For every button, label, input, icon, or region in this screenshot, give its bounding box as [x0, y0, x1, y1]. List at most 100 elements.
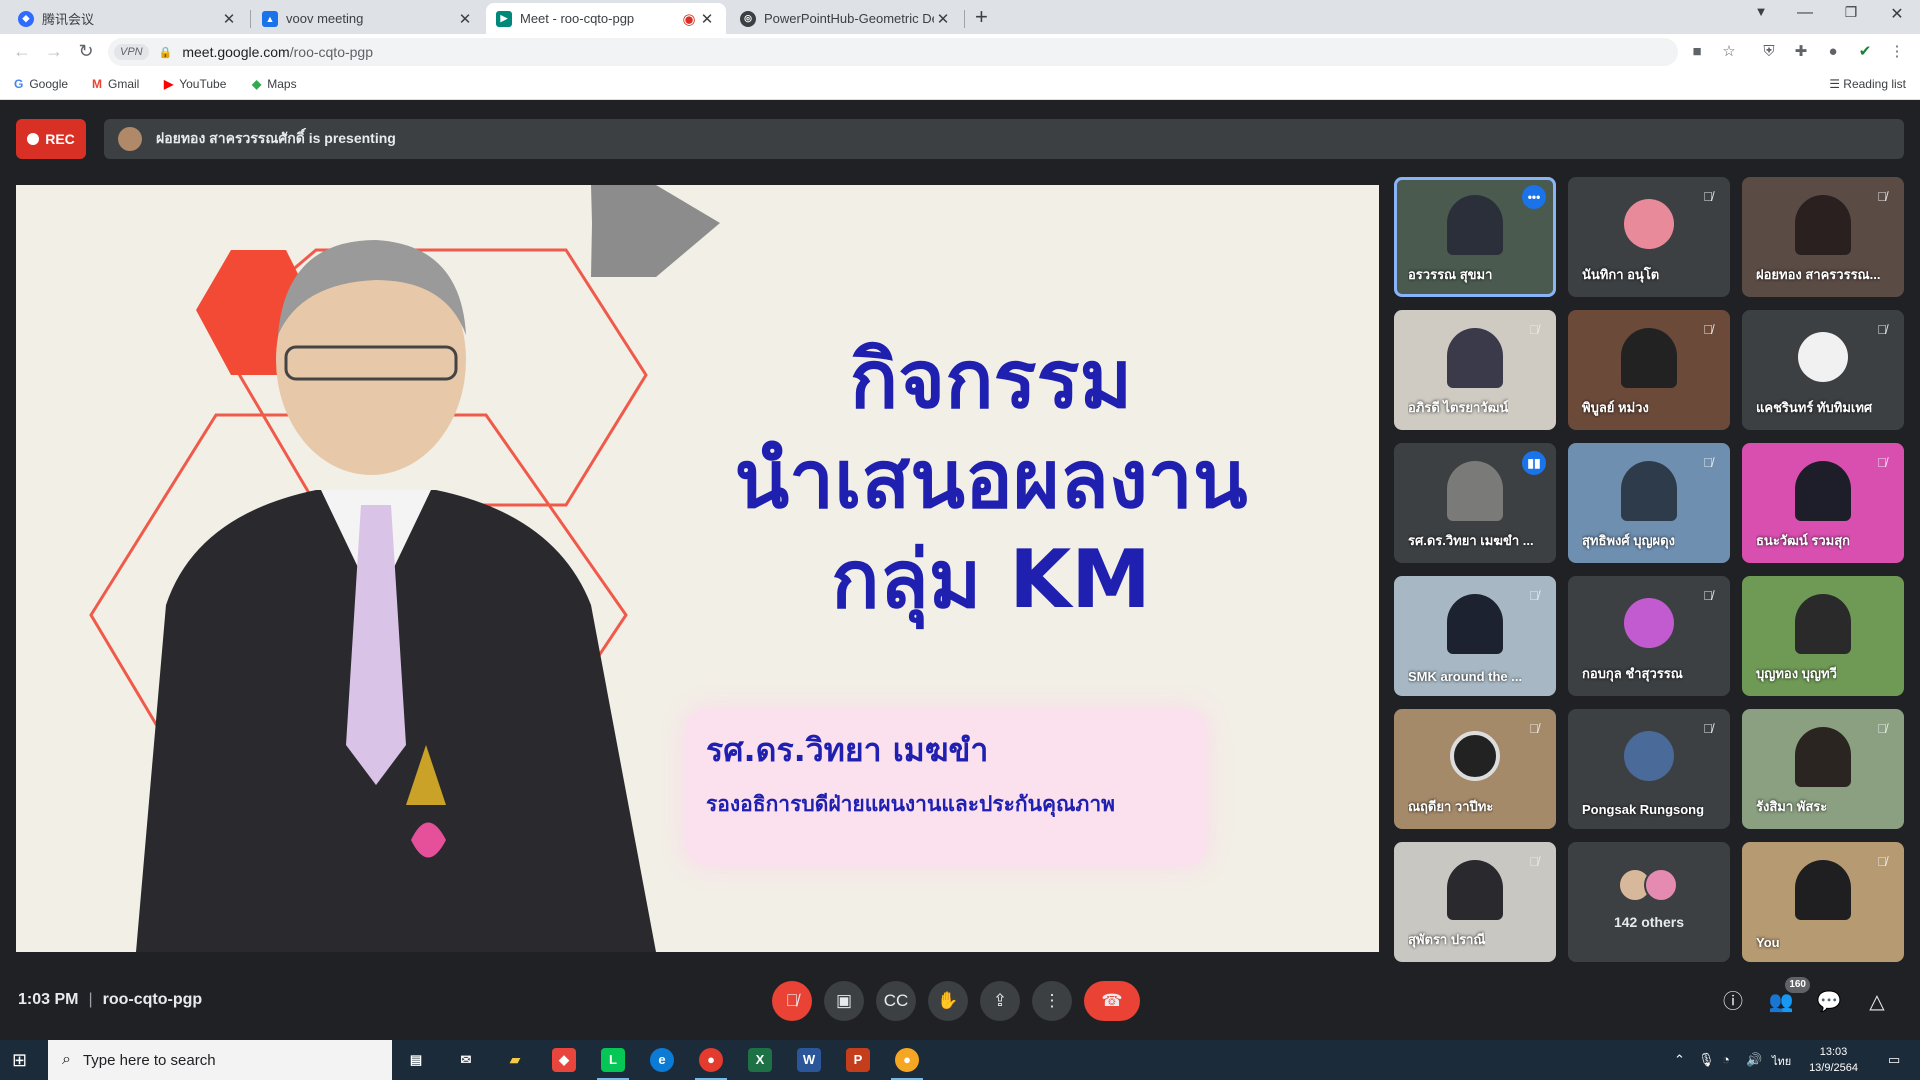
chrome-icon[interactable]: ● — [695, 1048, 727, 1080]
tab-powerpointhub[interactable]: ◎ PowerPointHub-Geometric Desig ✕ — [730, 3, 962, 34]
vpn-badge[interactable]: VPN — [114, 44, 149, 60]
bookmark-label: YouTube — [179, 77, 227, 91]
participant-tile[interactable]: 🎙̸ SMK around the ... — [1394, 576, 1556, 696]
clock-time: 13:03 — [1819, 1046, 1848, 1058]
mic-off-icon: 🎙̸ — [1877, 721, 1887, 736]
recording-badge[interactable]: REC — [16, 119, 86, 159]
tray-chevron-icon[interactable]: ⌃ — [1674, 1052, 1685, 1068]
volume-icon[interactable]: 🔊 — [1746, 1052, 1762, 1068]
chat-button[interactable]: 💬 — [1816, 989, 1842, 1015]
windows-start-button[interactable]: ⊞ — [12, 1050, 34, 1070]
reading-list-button[interactable]: ☰ Reading list — [1829, 77, 1906, 91]
avatar — [1450, 731, 1500, 781]
participant-tile[interactable]: 🎙̸ ฝอยทอง สาครวรรณ... — [1742, 177, 1904, 297]
participant-name: Pongsak Rungsong — [1582, 802, 1705, 817]
lock-icon[interactable]: 🔒 — [159, 46, 173, 59]
chrome-canary-icon[interactable]: ● — [891, 1048, 923, 1080]
participant-tile[interactable]: 🎙̸ นันทิกา อนุโต — [1568, 177, 1730, 297]
people-button[interactable]: 👥 160 — [1768, 977, 1810, 1015]
camera-in-use-icon[interactable]: ■ — [1688, 43, 1706, 61]
participant-video — [1795, 195, 1851, 255]
extension-shield-icon[interactable]: ⛨ — [1760, 43, 1778, 61]
tab-voov-meeting[interactable]: ▲ voov meeting ✕ — [252, 3, 484, 34]
activities-button[interactable]: △ — [1864, 989, 1890, 1015]
close-tab-icon[interactable]: ✕ — [220, 10, 238, 28]
anydesk-icon[interactable]: ◆ — [552, 1048, 576, 1072]
more-options-button[interactable]: ⋮ — [1032, 981, 1072, 1021]
language-indicator[interactable]: ไทย — [1772, 1052, 1791, 1070]
bookmark-star-icon[interactable]: ☆ — [1720, 43, 1738, 61]
tencent-meeting-icon: ◆ — [18, 10, 34, 27]
mic-toggle-button[interactable]: 🎙̸ — [772, 981, 812, 1021]
participant-tile[interactable]: บุญทอง บุญทวี — [1742, 576, 1904, 696]
participant-tile[interactable]: 🎙̸ Pongsak Rungsong — [1568, 709, 1730, 829]
participant-tile[interactable]: 🎙̸ สุทธิพงศ์ บุญผดุง — [1568, 443, 1730, 563]
mic-off-icon: 🎙̸ — [1703, 455, 1713, 470]
others-tile[interactable]: 142 others — [1568, 842, 1730, 962]
file-explorer-icon[interactable]: ▰ — [503, 1048, 527, 1072]
meeting-info-button[interactable]: ⓘ — [1720, 989, 1746, 1015]
powerpoint-icon[interactable]: P — [846, 1048, 870, 1072]
word-icon[interactable]: W — [797, 1048, 821, 1072]
edge-icon[interactable]: e — [650, 1048, 674, 1072]
tab-title: voov meeting — [286, 11, 364, 26]
participant-tile[interactable]: 🎙̸ ณฤดียา วาปีทะ — [1394, 709, 1556, 829]
participant-name: แคชรินทร์ ทับทิมเทศ — [1756, 400, 1873, 415]
task-view-icon[interactable]: ▤ — [404, 1048, 428, 1072]
participant-tile[interactable]: 🎙̸ You — [1742, 842, 1904, 962]
back-button[interactable]: ← — [10, 41, 34, 62]
minimize-button[interactable]: — — [1782, 4, 1828, 22]
tab-search-icon[interactable]: ▼ — [1738, 4, 1784, 19]
reload-button[interactable]: ↻ — [74, 41, 98, 62]
close-tab-icon[interactable]: ✕ — [456, 10, 474, 28]
participant-tile[interactable]: 🎙̸ สุพัตรา ปราณี — [1394, 842, 1556, 962]
excel-icon[interactable]: X — [748, 1048, 772, 1072]
notifications-icon[interactable]: ▭ — [1888, 1052, 1900, 1068]
captions-button[interactable]: CC — [876, 981, 916, 1021]
bookmark-gmail[interactable]: M Gmail — [92, 77, 139, 91]
more-options-icon[interactable]: ••• — [1522, 185, 1546, 209]
browser-menu-icon[interactable]: ⋮ — [1888, 43, 1906, 61]
present-button[interactable]: ⇪ — [980, 981, 1020, 1021]
taskbar-clock[interactable]: 13:03 13/9/2564 — [1809, 1044, 1858, 1076]
participant-tile[interactable]: 🎙̸ กอบกุล ชำสุวรรณ — [1568, 576, 1730, 696]
avatar — [1644, 868, 1678, 902]
forward-button[interactable]: → — [42, 41, 66, 62]
line-app-icon[interactable]: L — [597, 1048, 629, 1080]
participant-tile[interactable]: 🎙̸ รังสิมา พัสระ — [1742, 709, 1904, 829]
tab-google-meet[interactable]: ▶ Meet - roo-cqto-pgp ◉ ✕ — [486, 3, 726, 34]
microphone-tray-icon[interactable]: 🎙 — [1698, 1052, 1715, 1068]
bookmark-maps[interactable]: ◆ Maps — [252, 77, 297, 91]
extensions-puzzle-icon[interactable]: ✚ — [1792, 43, 1810, 61]
slide-title-line: กลุ่ม KM — [831, 533, 1151, 626]
participant-tile[interactable]: 🎙̸ อภิรดี ไตรยาวัฒน์ — [1394, 310, 1556, 430]
meet-controls: 1:03 PM | roo-cqto-pgp 🎙̸ ▣ CC ✋ ⇪ ⋮ ☎ ⓘ 👥… — [0, 961, 1920, 1040]
address-bar[interactable]: VPN 🔒 meet.google.com/roo-cqto-pgp — [108, 38, 1678, 66]
participant-tile[interactable]: ••• อรวรรณ สุขมา — [1394, 177, 1556, 297]
bookmark-youtube[interactable]: ▶ YouTube — [164, 77, 226, 91]
participant-tile[interactable]: ▮▮ รศ.ดร.วิทยา เมฆขำ ... — [1394, 443, 1556, 563]
close-tab-icon[interactable]: ✕ — [934, 10, 952, 28]
participant-name: กอบกุล ชำสุวรรณ — [1582, 666, 1683, 681]
window-close-button[interactable]: ✕ — [1874, 4, 1920, 24]
presenting-banner: ฝอยทอง สาครวรรณศักดิ์ is presenting — [104, 119, 1904, 159]
wifi-icon[interactable]: ◔ — [1722, 1052, 1730, 1067]
meeting-time: 1:03 PM — [18, 991, 79, 1008]
bookmark-google[interactable]: G Google — [14, 77, 68, 91]
participant-tile[interactable]: 🎙̸ ธนะวัฒน์ รวมสุก — [1742, 443, 1904, 563]
mail-icon[interactable]: ✉ — [454, 1048, 478, 1072]
mic-off-icon: 🎙̸ — [1703, 322, 1713, 337]
camera-toggle-button[interactable]: ▣ — [824, 981, 864, 1021]
participant-tile[interactable]: 🎙̸ แคชรินทร์ ทับทิมเทศ — [1742, 310, 1904, 430]
tab-tencent-meeting[interactable]: ◆ 腾讯会议 ✕ — [8, 3, 248, 34]
restore-button[interactable]: ❐ — [1828, 4, 1874, 21]
new-tab-button[interactable]: + — [975, 4, 988, 30]
leave-call-button[interactable]: ☎ — [1084, 981, 1140, 1021]
profile-icon[interactable]: ● — [1824, 43, 1842, 61]
security-extension-icon[interactable]: ✔ — [1856, 43, 1874, 61]
participant-tile[interactable]: 🎙̸ พิบูลย์ หม่วง — [1568, 310, 1730, 430]
close-tab-icon[interactable]: ✕ — [698, 10, 716, 28]
taskbar-search[interactable]: ⌕ Type here to search — [48, 1040, 392, 1080]
tab-title: Meet - roo-cqto-pgp — [520, 11, 635, 26]
raise-hand-button[interactable]: ✋ — [928, 981, 968, 1021]
